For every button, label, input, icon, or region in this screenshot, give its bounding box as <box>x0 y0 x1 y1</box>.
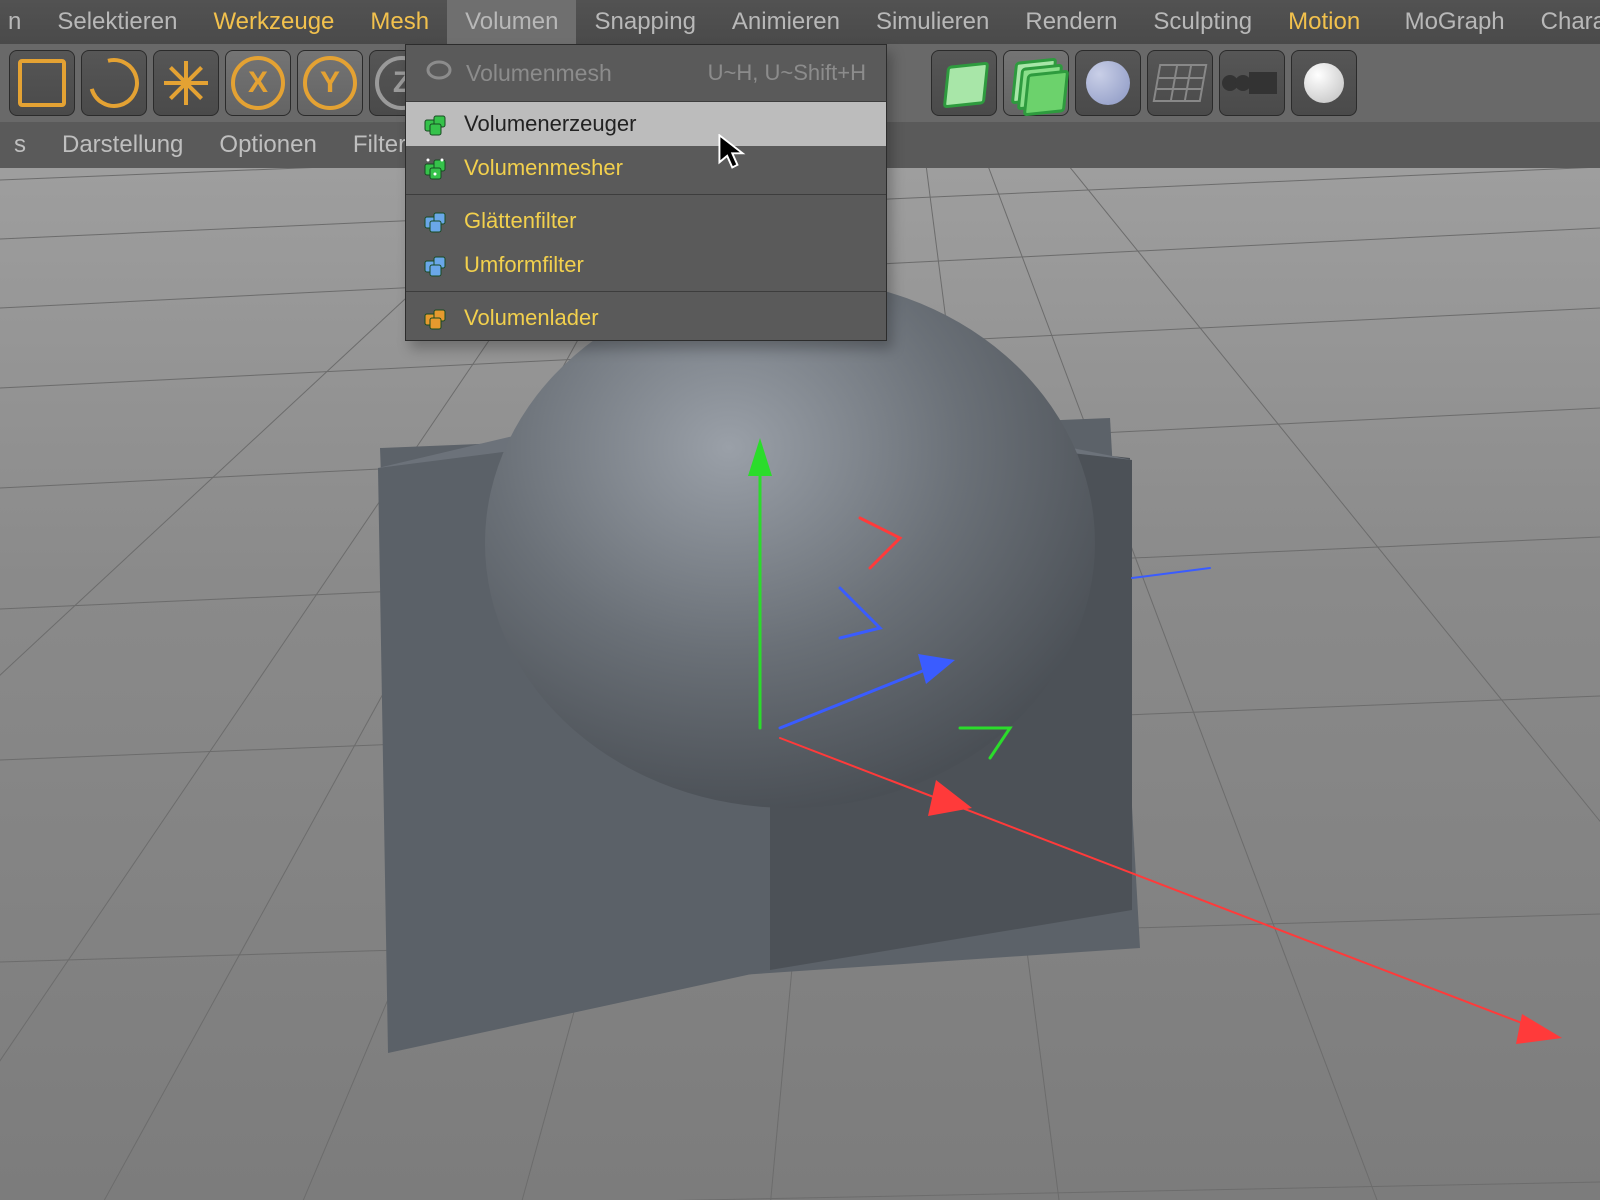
dropdown-header-label: Volumenmesh <box>466 60 612 87</box>
menu-werkzeuge[interactable]: Werkzeuge <box>195 0 352 44</box>
floor-button[interactable] <box>1147 50 1213 116</box>
menu-rendern[interactable]: Rendern <box>1007 0 1135 44</box>
cubes-orange-icon <box>422 304 450 332</box>
deformer-button[interactable] <box>1075 50 1141 116</box>
menu-sculpting[interactable]: Sculpting <box>1135 0 1270 44</box>
axis-x-button[interactable]: X <box>225 50 291 116</box>
menu-animieren[interactable]: Animieren <box>714 0 858 44</box>
dropdown-item-volumenmesher[interactable]: Volumenmesher <box>406 146 886 190</box>
dropdown-item-volumenerzeuger[interactable]: Volumenerzeuger <box>406 102 886 146</box>
cubes-blue-icon <box>422 251 450 279</box>
dropdown-item-label: Umformfilter <box>464 252 584 278</box>
camera-button[interactable] <box>1219 50 1285 116</box>
menu-snapping[interactable]: Snapping <box>576 0 713 44</box>
menu-n[interactable]: n <box>0 0 39 44</box>
dropdown-item-umformfilter[interactable]: Umformfilter <box>406 243 886 287</box>
dropdown-item-volumenlader[interactable]: Volumenlader <box>406 296 886 340</box>
volumemesh-icon <box>426 57 452 89</box>
null-object-button[interactable] <box>931 50 997 116</box>
dropdown-item-label: Volumenlader <box>464 305 599 331</box>
cubes-dots-icon <box>422 154 450 182</box>
menu-mesh[interactable]: Mesh <box>352 0 447 44</box>
refresh-button[interactable] <box>81 50 147 116</box>
axis-y-button[interactable]: Y <box>297 50 363 116</box>
array-object-button[interactable] <box>1003 50 1069 116</box>
dropdown-item-label: Volumenerzeuger <box>464 111 636 137</box>
light-button[interactable] <box>1291 50 1357 116</box>
menu-volumen[interactable]: Volumen <box>447 0 576 44</box>
viewmenu-s[interactable]: s <box>6 122 44 168</box>
dropdown-header-hotkey: U~H, U~Shift+H <box>708 60 866 86</box>
dropdown-item-label: Glättenfilter <box>464 208 577 234</box>
menu-simulieren[interactable]: Simulieren <box>858 0 1007 44</box>
menu-motion tracker[interactable]: Motion Tracker <box>1270 0 1386 44</box>
cubes-blue-icon <box>422 207 450 235</box>
live-select-button[interactable] <box>9 50 75 116</box>
cubes-green-icon <box>422 110 450 138</box>
viewmenu-darstellung[interactable]: Darstellung <box>44 122 201 168</box>
volumen-dropdown: Volumenmesh U~H, U~Shift+H Volumenerzeug… <box>405 44 887 341</box>
menu-selektieren[interactable]: Selektieren <box>39 0 195 44</box>
menu-mograph[interactable]: MoGraph <box>1387 0 1523 44</box>
main-menu-bar: nSelektierenWerkzeugeMeshVolumenSnapping… <box>0 0 1600 45</box>
dropdown-item-glättenfilter[interactable]: Glättenfilter <box>406 199 886 243</box>
viewmenu-optionen[interactable]: Optionen <box>201 122 334 168</box>
dropdown-header[interactable]: Volumenmesh U~H, U~Shift+H <box>406 45 886 101</box>
menu-charakter[interactable]: Charakter <box>1523 0 1600 44</box>
dropdown-item-label: Volumenmesher <box>464 155 623 181</box>
move-button[interactable] <box>153 50 219 116</box>
